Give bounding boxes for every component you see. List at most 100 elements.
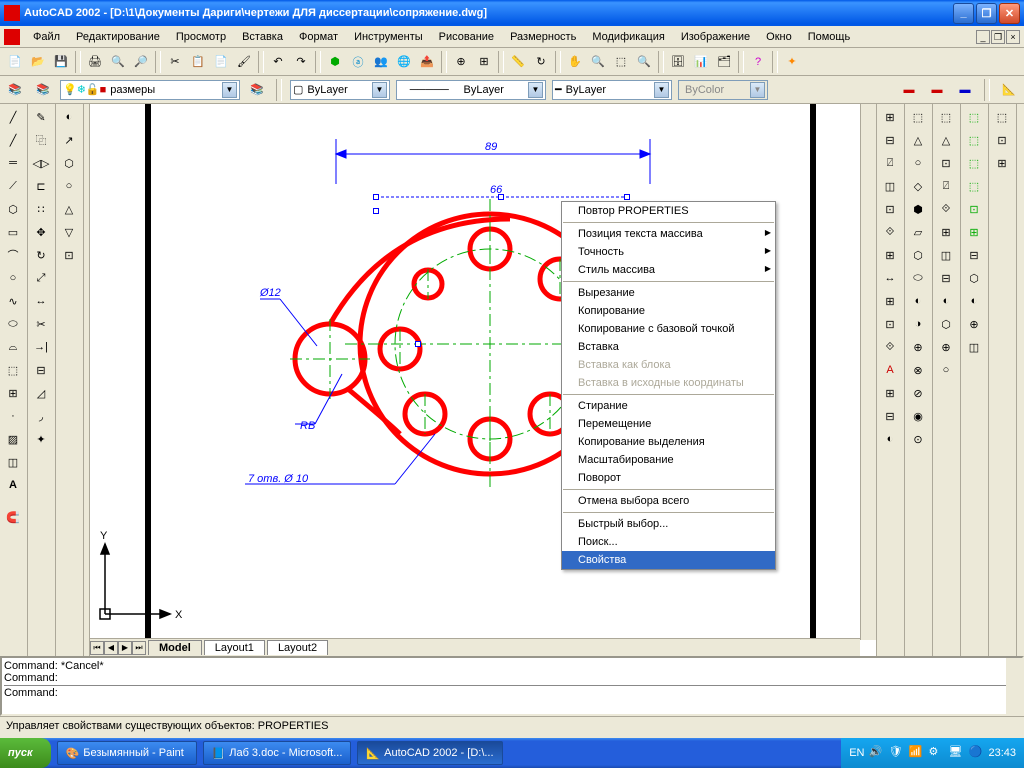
- tracking-button[interactable]: ⊕: [450, 51, 472, 73]
- trim-icon[interactable]: ✂: [30, 313, 52, 335]
- find-button[interactable]: 🔎: [130, 51, 152, 73]
- tray-icon[interactable]: 🛡: [888, 745, 904, 761]
- r1k[interactable]: ⟐: [879, 336, 901, 358]
- cm-cut[interactable]: Вырезание: [562, 284, 775, 302]
- tray-icon[interactable]: 📶: [908, 745, 924, 761]
- r2j[interactable]: ◑: [907, 313, 929, 335]
- cm-copybase[interactable]: Копирование с базовой точкой: [562, 320, 775, 338]
- r4e[interactable]: ⊡: [963, 198, 985, 220]
- preview-button[interactable]: 🔍: [107, 51, 129, 73]
- lineweight-dropdown[interactable]: ━ByLayer ▼: [552, 80, 672, 100]
- m2f-icon[interactable]: ▽: [58, 221, 80, 243]
- r4k[interactable]: ◫: [963, 336, 985, 358]
- menu-modify[interactable]: Модификация: [585, 29, 672, 45]
- text-icon[interactable]: A: [2, 474, 24, 496]
- drawing-canvas[interactable]: 89 66: [90, 104, 876, 656]
- r2a[interactable]: ⬚: [907, 106, 929, 128]
- mline-icon[interactable]: ═: [2, 152, 24, 174]
- dim1-icon[interactable]: ▬: [898, 79, 920, 101]
- autodesk-button[interactable]: ⓐ: [347, 51, 369, 73]
- extend-icon[interactable]: →|: [30, 336, 52, 358]
- grip-handle[interactable]: [373, 208, 379, 214]
- tab-layout2[interactable]: Layout2: [267, 640, 328, 655]
- rotate-icon[interactable]: ↻: [30, 244, 52, 266]
- r4j[interactable]: ⊕: [963, 313, 985, 335]
- redo-button[interactable]: ↷: [290, 51, 312, 73]
- dist-button[interactable]: 📏: [507, 51, 529, 73]
- dropdown-arrow-icon[interactable]: ▼: [528, 82, 543, 98]
- r1d[interactable]: ◫: [879, 175, 901, 197]
- today-button[interactable]: ⬢: [324, 51, 346, 73]
- earc-icon[interactable]: ⌓: [2, 336, 24, 358]
- offset-icon[interactable]: ⊏: [30, 175, 52, 197]
- close-button[interactable]: ✕: [999, 3, 1020, 24]
- r1l[interactable]: A: [879, 359, 901, 381]
- cm-scale[interactable]: Масштабирование: [562, 451, 775, 469]
- r2g[interactable]: ⬡: [907, 244, 929, 266]
- r2o[interactable]: ⊙: [907, 428, 929, 450]
- save-button[interactable]: 💾: [50, 51, 72, 73]
- r4a[interactable]: ⬚: [963, 106, 985, 128]
- m2e-icon[interactable]: △: [58, 198, 80, 220]
- r1n[interactable]: ⊟: [879, 405, 901, 427]
- zoomprev-button[interactable]: 🔍: [633, 51, 655, 73]
- dropdown-arrow-icon[interactable]: ▼: [222, 82, 237, 98]
- r2c[interactable]: ○: [907, 152, 929, 174]
- r4f[interactable]: ⊞: [963, 221, 985, 243]
- grip-handle[interactable]: [415, 341, 421, 347]
- match-button[interactable]: 🖌: [233, 51, 255, 73]
- new-button[interactable]: 📄: [4, 51, 26, 73]
- r2i[interactable]: ◐: [907, 290, 929, 312]
- r3g[interactable]: ◫: [935, 244, 957, 266]
- line-icon[interactable]: ╱: [2, 106, 24, 128]
- ellipse-icon[interactable]: ⬭: [2, 313, 24, 335]
- cm-precision[interactable]: Точность: [562, 243, 775, 261]
- layer-dropdown[interactable]: 💡❄🔓■ размеры ▼: [60, 80, 240, 100]
- r2n[interactable]: ◉: [907, 405, 929, 427]
- r4h[interactable]: ⬡: [963, 267, 985, 289]
- active-assist[interactable]: ✦: [781, 51, 803, 73]
- task-autocad[interactable]: 📐AutoCAD 2002 - [D:\...: [357, 741, 502, 765]
- cm-textpos[interactable]: Позиция текста массива: [562, 225, 775, 243]
- menu-dimension[interactable]: Размерность: [503, 29, 583, 45]
- adc-button[interactable]: 🗂: [713, 51, 735, 73]
- ucs-button[interactable]: ⊞: [473, 51, 495, 73]
- m2a-icon[interactable]: ◐: [58, 106, 80, 128]
- help-button[interactable]: ?: [747, 51, 769, 73]
- publish-button[interactable]: 🌐: [393, 51, 415, 73]
- mdi-minimize[interactable]: _: [976, 30, 990, 44]
- maximize-button[interactable]: ❐: [976, 3, 997, 24]
- scale-icon[interactable]: ⤢: [30, 267, 52, 289]
- tab-model[interactable]: Model: [148, 640, 202, 655]
- minimize-button[interactable]: _: [953, 3, 974, 24]
- redraw-button[interactable]: ↻: [530, 51, 552, 73]
- m2b-icon[interactable]: ↗: [58, 129, 80, 151]
- cm-move[interactable]: Перемещение: [562, 415, 775, 433]
- menu-format[interactable]: Формат: [292, 29, 345, 45]
- rect-icon[interactable]: ▭: [2, 221, 24, 243]
- tray-icon[interactable]: 🔊: [868, 745, 884, 761]
- menu-draw[interactable]: Рисование: [432, 29, 501, 45]
- cm-copy[interactable]: Копирование: [562, 302, 775, 320]
- r3f[interactable]: ⊞: [935, 221, 957, 243]
- color-dropdown[interactable]: ▢ByLayer ▼: [290, 80, 390, 100]
- tray-icon[interactable]: 🖥: [948, 745, 964, 761]
- dropdown-arrow-icon[interactable]: ▼: [372, 82, 387, 98]
- r4g[interactable]: ⊟: [963, 244, 985, 266]
- layer-manager-icon[interactable]: 📚: [4, 79, 26, 101]
- move-icon[interactable]: ✥: [30, 221, 52, 243]
- cm-deselect[interactable]: Отмена выбора всего: [562, 492, 775, 510]
- r1b[interactable]: ⊟: [879, 129, 901, 151]
- menu-window[interactable]: Окно: [759, 29, 799, 45]
- r4b[interactable]: ⬚: [963, 129, 985, 151]
- copy-button[interactable]: 📋: [187, 51, 209, 73]
- grip-handle[interactable]: [373, 194, 379, 200]
- erase-icon[interactable]: ✎: [30, 106, 52, 128]
- fillet-icon[interactable]: ◞: [30, 405, 52, 427]
- r1c[interactable]: ⍁: [879, 152, 901, 174]
- menu-help[interactable]: Помощь: [801, 29, 858, 45]
- cmd-scrollbar[interactable]: [1006, 658, 1022, 714]
- mdi-doc-icon[interactable]: [4, 29, 20, 45]
- r4d[interactable]: ⬚: [963, 175, 985, 197]
- copy-icon[interactable]: ⿻: [30, 129, 52, 151]
